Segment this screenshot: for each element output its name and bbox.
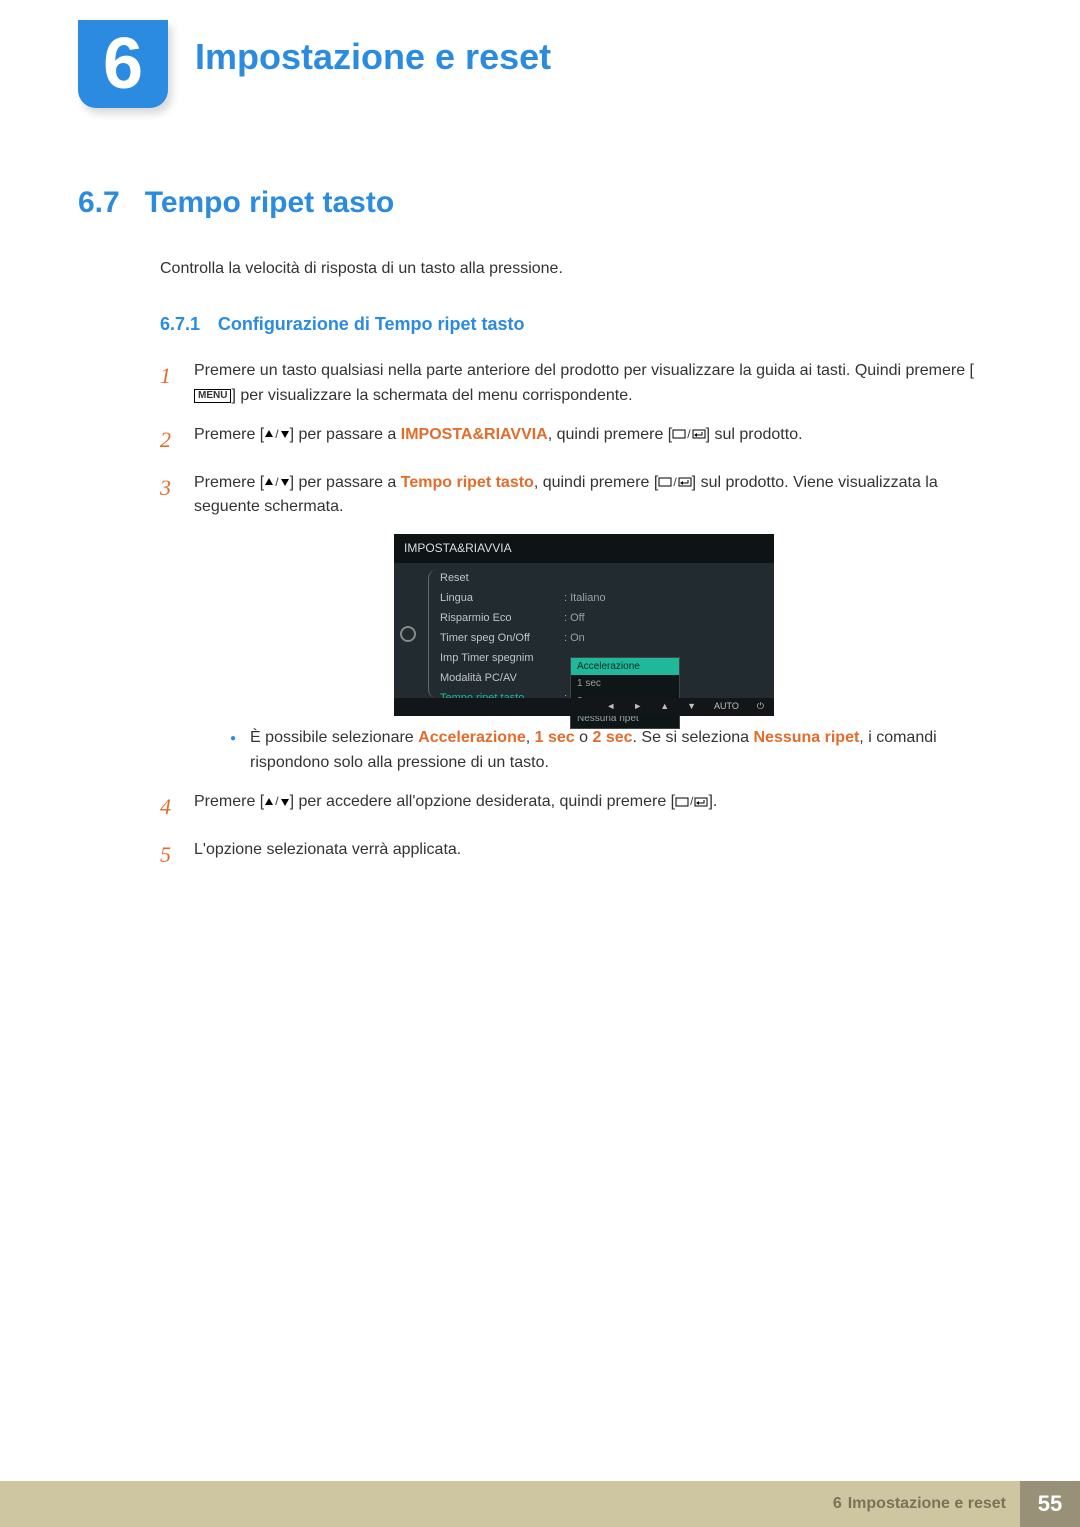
osd-dropdown-item: 1 sec bbox=[571, 675, 679, 693]
step-text: Premere [ bbox=[194, 474, 264, 491]
enter-icon: / bbox=[658, 473, 691, 492]
nav-down-icon: ▼ bbox=[687, 700, 696, 714]
step-text: Premere [ bbox=[194, 426, 264, 443]
step-number: 3 bbox=[160, 471, 176, 776]
nav-right-icon: ► bbox=[633, 700, 642, 714]
highlight-text: Tempo ripet tasto bbox=[401, 474, 534, 491]
osd-item: Imp Timer spegnim bbox=[436, 650, 564, 667]
step-2: 2 Premere [/] per passare a IMPOSTA&RIAV… bbox=[160, 423, 1000, 457]
note-text: o bbox=[575, 729, 593, 746]
osd-bottom-bar: ◄ ► ▲ ▼ AUTO ⏻ bbox=[394, 698, 774, 716]
step-text: , quindi premere [ bbox=[534, 474, 659, 491]
osd-item: Lingua bbox=[436, 590, 564, 607]
bullet-icon: ● bbox=[230, 726, 236, 776]
up-down-icon: / bbox=[264, 473, 289, 492]
step-text: , quindi premere [ bbox=[548, 426, 673, 443]
step-text: ]. bbox=[708, 793, 717, 810]
osd-item: Modalità PC/AV bbox=[436, 670, 564, 687]
step-number: 1 bbox=[160, 359, 176, 409]
footer-chapter-number: 6 bbox=[833, 1495, 842, 1513]
menu-button-icon: MENU bbox=[194, 389, 231, 403]
page-number: 55 bbox=[1020, 1481, 1080, 1527]
step-number: 5 bbox=[160, 838, 176, 872]
subsection-title: Configurazione di Tempo ripet tasto bbox=[218, 314, 525, 334]
auto-label: AUTO bbox=[714, 700, 739, 714]
highlight-text: Nessuna ripet bbox=[753, 729, 859, 746]
page-footer: 6 Impostazione e reset 55 bbox=[0, 1481, 1080, 1527]
osd-item: Risparmio Eco bbox=[436, 610, 564, 627]
step-text: ] per visualizzare la schermata del menu… bbox=[231, 387, 632, 404]
osd-screenshot: IMPOSTA&RIAVVIA Reset Lingua: Italiano R… bbox=[394, 534, 774, 716]
highlight-text: 1 sec bbox=[535, 729, 575, 746]
step-4: 4 Premere [/] per accedere all'opzione d… bbox=[160, 790, 1000, 824]
power-icon: ⏻ bbox=[757, 700, 764, 714]
chapter-title: Impostazione e reset bbox=[195, 36, 551, 78]
step-text: ] sul prodotto. bbox=[706, 426, 803, 443]
highlight-text: IMPOSTA&RIAVVIA bbox=[401, 426, 548, 443]
gear-icon bbox=[400, 626, 416, 642]
step-text: ] per passare a bbox=[290, 474, 401, 491]
enter-icon: / bbox=[672, 425, 705, 444]
step-text: ] per accedere all'opzione desiderata, q… bbox=[290, 793, 676, 810]
subsection-number: 6.7.1 bbox=[160, 314, 200, 334]
section-intro: Controlla la velocità di risposta di un … bbox=[160, 260, 1000, 278]
step-5: 5 L'opzione selezionata verrà applicata. bbox=[160, 838, 1000, 872]
osd-dropdown: Accelerazione 1 sec 2 sec Nessuna ripet bbox=[570, 657, 680, 729]
step-text: L'opzione selezionata verrà applicata. bbox=[194, 841, 461, 858]
osd-dropdown-item: Accelerazione bbox=[571, 658, 679, 676]
note-text: , bbox=[526, 729, 535, 746]
step-text: Premere un tasto qualsiasi nella parte a… bbox=[194, 362, 974, 379]
note-bullet: ● È possibile selezionare Accelerazione,… bbox=[230, 726, 1000, 776]
step-text: Premere [ bbox=[194, 793, 264, 810]
footer-chapter-title: Impostazione e reset bbox=[848, 1495, 1006, 1513]
note-text: È possibile selezionare bbox=[250, 729, 418, 746]
highlight-text: 2 sec bbox=[592, 729, 632, 746]
section-number: 6.7 bbox=[78, 186, 120, 220]
up-down-icon: / bbox=[264, 425, 289, 444]
chapter-number-tab: 6 bbox=[78, 20, 168, 108]
osd-title: IMPOSTA&RIAVVIA bbox=[394, 534, 774, 563]
nav-up-icon: ▲ bbox=[660, 700, 669, 714]
section-title: Tempo ripet tasto bbox=[145, 186, 394, 220]
step-1: 1 Premere un tasto qualsiasi nella parte… bbox=[160, 359, 1000, 409]
up-down-icon: / bbox=[264, 792, 289, 811]
step-3: 3 Premere [/] per passare a Tempo ripet … bbox=[160, 471, 1000, 776]
enter-icon: / bbox=[675, 792, 708, 811]
osd-item: Reset bbox=[436, 570, 564, 587]
highlight-text: Accelerazione bbox=[418, 729, 526, 746]
note-text: . Se si seleziona bbox=[633, 729, 754, 746]
nav-left-icon: ◄ bbox=[606, 700, 615, 714]
step-number: 2 bbox=[160, 423, 176, 457]
step-text: ] per passare a bbox=[290, 426, 401, 443]
osd-item: Timer speg On/Off bbox=[436, 630, 564, 647]
step-number: 4 bbox=[160, 790, 176, 824]
